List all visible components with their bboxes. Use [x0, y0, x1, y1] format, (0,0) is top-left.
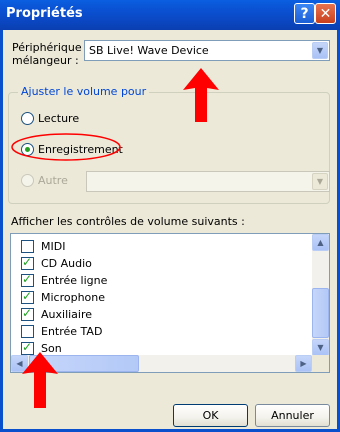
checkmark-icon: ✓ — [22, 289, 33, 303]
title-bar[interactable]: Propriétés ? ✕ — [0, 0, 340, 30]
mixer-label-line2: mélangeur : — [12, 54, 79, 67]
mixer-label-line1: Périphérique — [12, 41, 82, 54]
ok-button[interactable]: OK — [173, 404, 248, 427]
red-arrow-up-icon — [22, 352, 58, 408]
list-item-label: CD Audio — [41, 257, 92, 270]
chevron-down-icon: ▼ — [312, 173, 328, 190]
checkbox-auxiliaire[interactable]: ✓ — [21, 306, 34, 321]
list-item-label: Microphone — [41, 291, 106, 304]
highlight-circle — [11, 133, 121, 161]
list-item-label: Auxiliaire — [41, 308, 93, 321]
mixer-device-dropdown[interactable]: SB Live! Wave Device ▼ — [84, 40, 330, 61]
red-arrow-up-icon — [183, 68, 219, 122]
checkmark-icon: ✓ — [22, 255, 33, 269]
vertical-scrollbar[interactable]: ▲ ▼ — [312, 234, 329, 356]
radio-lecture-label[interactable]: Lecture — [38, 112, 79, 125]
checkbox-midi[interactable] — [21, 240, 34, 253]
list-item-label: Entrée ligne — [41, 274, 108, 287]
list-item-label: Entrée TAD — [41, 325, 103, 338]
controls-label: Afficher les contrôles de volume suivant… — [11, 215, 245, 228]
radio-autre-label: Autre — [38, 174, 68, 187]
other-device-dropdown: ▼ — [86, 171, 330, 192]
vertical-scroll-thumb[interactable] — [312, 288, 329, 338]
checkbox-entree-tad[interactable] — [21, 325, 34, 338]
mixer-device-value: SB Live! Wave Device — [89, 44, 209, 57]
checkmark-icon: ✓ — [22, 306, 33, 320]
scroll-right-icon[interactable]: ▶ — [295, 355, 312, 372]
window-title: Propriétés — [6, 6, 83, 21]
checkmark-icon: ✓ — [22, 272, 33, 286]
scrollbar-corner — [312, 355, 329, 372]
scroll-down-icon[interactable]: ▼ — [312, 339, 329, 356]
list-item-label: MIDI — [41, 240, 66, 253]
scroll-up-icon[interactable]: ▲ — [312, 234, 329, 251]
radio-lecture[interactable] — [21, 112, 34, 125]
checkbox-microphone[interactable]: ✓ — [21, 289, 34, 304]
help-button[interactable]: ? — [294, 3, 315, 24]
volume-group-title: Ajuster le volume pour — [18, 85, 150, 98]
close-button[interactable]: ✕ — [315, 3, 336, 24]
checkbox-entree-ligne[interactable]: ✓ — [21, 272, 34, 287]
radio-autre — [21, 174, 34, 187]
cancel-button[interactable]: Annuler — [255, 404, 330, 427]
chevron-down-icon[interactable]: ▼ — [312, 42, 328, 59]
checkbox-cd-audio[interactable]: ✓ — [21, 255, 34, 270]
